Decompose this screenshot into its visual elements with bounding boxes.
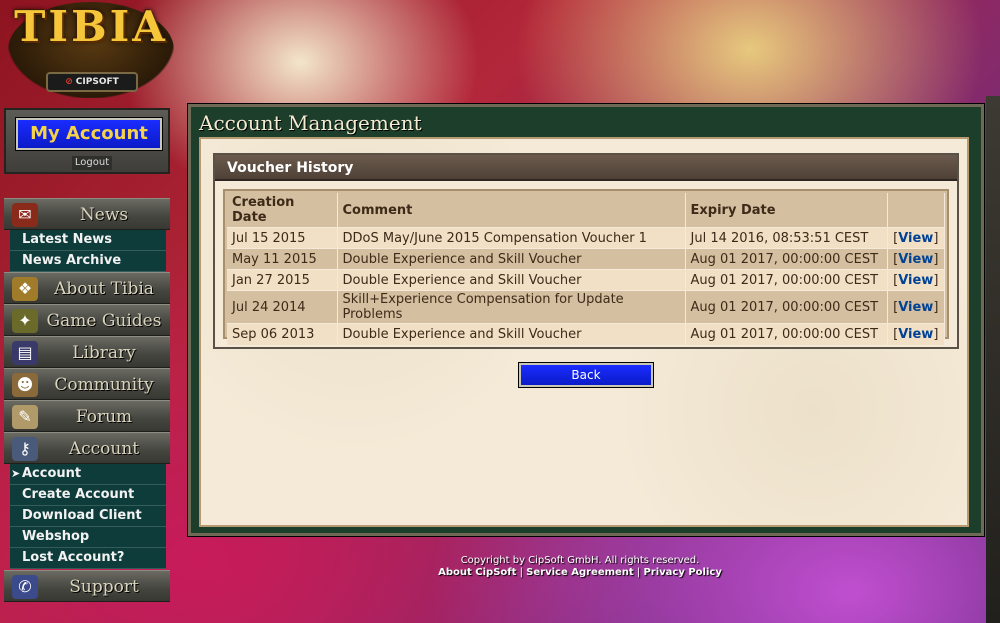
cell-comment: Double Experience and Skill Voucher [337, 248, 686, 270]
cell-action: [View] [887, 323, 945, 345]
footer-separator: | [519, 567, 523, 578]
sidebar-item-latest-news[interactable]: Latest News [10, 230, 166, 251]
menu-header-forum-label: Forum [75, 407, 133, 427]
bracket: ] [933, 299, 939, 315]
right-edge-decoration [986, 96, 1000, 623]
cell-action: [View] [887, 290, 945, 324]
column-header-expiry-date: Expiry Date [685, 193, 888, 228]
bracket: ] [933, 326, 939, 342]
table-row: Sep 06 2013 Double Experience and Skill V… [227, 323, 945, 345]
page-title: Account Management [199, 111, 422, 135]
cell-expiry-date: Aug 01 2017, 00:00:00 CEST [685, 269, 888, 291]
sidebar-item-create-account[interactable]: Create Account [10, 485, 166, 506]
cell-expiry-date: Jul 14 2016, 08:53:51 CEST [685, 227, 888, 249]
bracket: ] [933, 272, 939, 288]
menu-header-guides[interactable]: ✦ Game Guides [4, 304, 170, 336]
voucher-table-wrapper: Creation Date Comment Expiry Date Jul 15… [223, 189, 949, 345]
table-row: May 11 2015 Double Experience and Skill V… [227, 248, 945, 270]
footer-link-privacy-policy[interactable]: Privacy Policy [643, 567, 721, 578]
view-link[interactable]: View [898, 300, 933, 315]
footer-link-about-cipsoft[interactable]: About CipSoft [438, 567, 516, 578]
bracket: ] [933, 230, 939, 246]
quill-icon: ✎ [12, 405, 38, 429]
table-header-row: Creation Date Comment Expiry Date [227, 193, 945, 228]
community-icon: ☻ [12, 373, 38, 397]
account-icon: ⚷ [12, 437, 38, 461]
footer-links: About CipSoft | Service Agreement | Priv… [380, 567, 780, 579]
support-icon: ✆ [12, 575, 38, 599]
menu-header-guides-label: Game Guides [46, 311, 162, 331]
map-icon: ✦ [12, 309, 38, 333]
sidebar-item-download-client[interactable]: Download Client [10, 506, 166, 527]
footer-separator: | [636, 567, 641, 578]
cell-comment: Double Experience and Skill Voucher [337, 269, 686, 291]
view-link[interactable]: View [898, 252, 933, 267]
column-header-action [887, 193, 945, 228]
cell-expiry-date: Aug 01 2017, 00:00:00 CEST [685, 248, 888, 270]
cell-creation-date: Jul 24 2014 [227, 290, 338, 324]
account-box: My Account Logout [4, 108, 170, 174]
sidebar-item-account-management[interactable]: ➤Account Management [10, 464, 166, 501]
bracket: ] [933, 251, 939, 267]
footer-link-service-agreement[interactable]: Service Agreement [526, 567, 634, 578]
sidebar-item-news-archive[interactable]: News Archive [10, 251, 166, 272]
sidebar-item-lost-account[interactable]: Lost Account? [10, 548, 166, 569]
cipsoft-icon: ⊘ [65, 77, 73, 87]
voucher-table: Creation Date Comment Expiry Date Jul 15… [227, 193, 945, 345]
left-menu: My Account Logout ✉ News Latest News New… [0, 104, 175, 623]
column-header-creation-date: Creation Date [227, 193, 338, 228]
view-link[interactable]: View [898, 273, 933, 288]
cell-action: [View] [887, 269, 945, 291]
footer: Copyright by CipSoft GmbH. All rights re… [380, 555, 780, 579]
book-icon: ❖ [12, 277, 38, 301]
menu-header-about[interactable]: ❖ About Tibia [4, 272, 170, 304]
menu-header-news-label: News [79, 205, 129, 225]
active-arrow-icon: ➤ [11, 467, 21, 480]
cipsoft-badge[interactable]: ⊘ CIPSOFT [46, 72, 138, 92]
content-frame: Account Management Voucher History Creat… [187, 103, 985, 537]
view-link[interactable]: View [898, 327, 933, 342]
voucher-history-title: Voucher History [215, 155, 957, 181]
menu-header-community[interactable]: ☻ Community [4, 368, 170, 400]
sidebar-item-webshop[interactable]: Webshop [10, 527, 166, 548]
cell-creation-date: Jul 15 2015 [227, 227, 338, 249]
back-button[interactable]: Back [518, 362, 654, 388]
logo-title: TIBIA [14, 2, 168, 51]
menu-header-support[interactable]: ✆ Support [4, 570, 170, 602]
cell-action: [View] [887, 248, 945, 270]
menu-header-account-label: Account [68, 439, 140, 459]
content-body: Voucher History Creation Date Comment Ex… [199, 137, 969, 527]
menu-header-library[interactable]: ▤ Library [4, 336, 170, 368]
cell-creation-date: Sep 06 2013 [227, 323, 338, 345]
menu-header-forum[interactable]: ✎ Forum [4, 400, 170, 432]
table-row: Jan 27 2015 Double Experience and Skill V… [227, 269, 945, 291]
table-row: Jul 15 2015 DDoS May/June 2015 Compensati… [227, 227, 945, 249]
menu-header-account[interactable]: ⚷ Account [4, 432, 170, 464]
view-link[interactable]: View [898, 231, 933, 246]
menu-header-community-label: Community [54, 375, 154, 395]
my-account-button[interactable]: My Account [15, 117, 163, 151]
cell-creation-date: May 11 2015 [227, 248, 338, 270]
table-row: Jul 24 2014 Skill+Experience Compensation… [227, 290, 945, 324]
cell-comment: Double Experience and Skill Voucher [337, 323, 686, 345]
menu-header-library-label: Library [72, 343, 136, 363]
cell-creation-date: Jan 27 2015 [227, 269, 338, 291]
news-icon: ✉ [12, 203, 38, 227]
logout-link[interactable]: Logout [72, 156, 112, 170]
tibia-logo[interactable]: TIBIA ⊘ CIPSOFT [0, 0, 182, 100]
column-header-comment: Comment [337, 193, 686, 228]
voucher-history-box: Voucher History Creation Date Comment Ex… [213, 153, 959, 349]
footer-copyright: Copyright by CipSoft GmbH. All rights re… [460, 555, 700, 566]
menu-header-about-label: About Tibia [54, 279, 154, 299]
menu-header-support-label: Support [69, 577, 139, 597]
menu-header-news[interactable]: ✉ News [4, 198, 170, 230]
voucher-rows: Jul 15 2015 DDoS May/June 2015 Compensati… [227, 227, 945, 345]
cipsoft-label: CIPSOFT [75, 77, 119, 87]
library-icon: ▤ [12, 341, 38, 365]
cell-comment: Skill+Experience Compensation for Update… [337, 290, 686, 324]
cell-expiry-date: Aug 01 2017, 00:00:00 CEST [685, 290, 888, 324]
cell-comment: DDoS May/June 2015 Compensation Voucher … [337, 227, 686, 249]
cell-action: [View] [887, 227, 945, 249]
cell-expiry-date: Aug 01 2017, 00:00:00 CEST [685, 323, 888, 345]
